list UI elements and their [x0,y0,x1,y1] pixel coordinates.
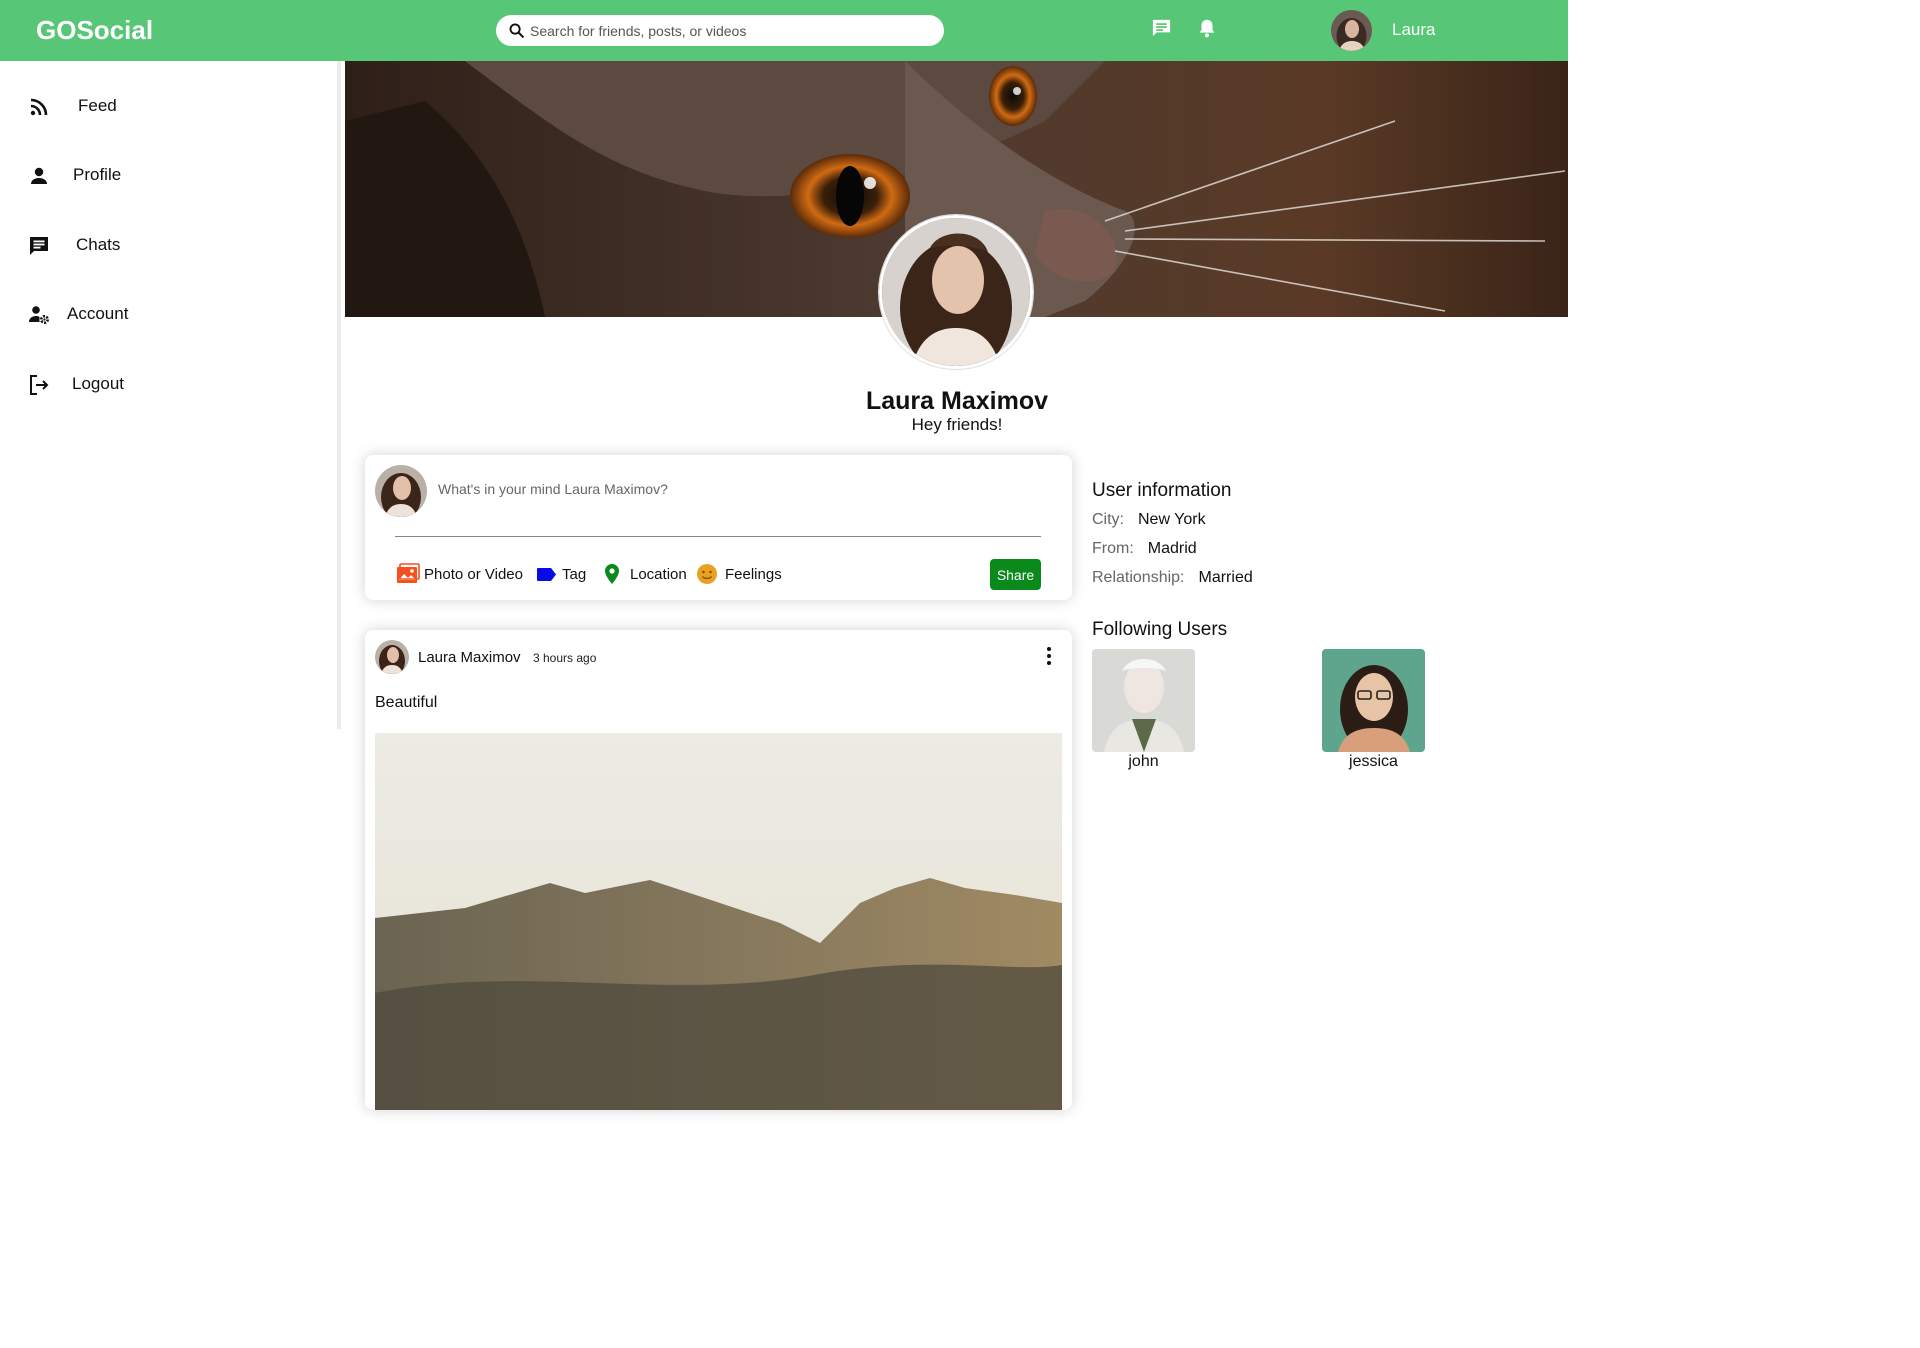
search-bar[interactable] [496,15,944,46]
feelings-option[interactable]: Feelings [696,562,782,586]
photo-video-option[interactable]: Photo or Video [396,562,523,586]
sidebar-item-feed[interactable]: Feed [0,86,330,126]
option-label: Feelings [725,565,782,583]
sidebar-item-label: Feed [78,96,117,115]
search-input[interactable] [530,22,930,39]
post-timestamp: 3 hours ago [533,651,597,665]
more-vertical-icon[interactable] [1041,646,1057,666]
user-info-title: User information [1092,480,1232,501]
following-user-avatar[interactable] [1092,649,1195,752]
sidebar-item-account[interactable]: Account [0,294,330,334]
logo[interactable]: GOSocial [36,15,153,46]
divider [395,536,1041,537]
share-input[interactable]: What's in your mind Laura Maximov? [438,481,668,497]
chat-icon [30,237,48,255]
info-value: New York [1138,511,1206,528]
sidebar-item-label: Logout [72,374,124,393]
info-value: Married [1198,569,1253,586]
following-title: Following Users [1092,619,1228,640]
tag-option[interactable]: Tag [536,562,586,586]
post-text: Beautiful [375,694,438,711]
info-key: From: [1092,540,1134,557]
user-info-row: Relationship: Married [1092,569,1253,587]
sidebar-item-label: Profile [73,165,122,184]
following-user-name: jessica [1349,753,1398,770]
logout-icon [30,375,49,395]
photo-icon [397,563,420,583]
smiley-icon [697,564,717,584]
post-card: Laura Maximov 3 hours ago Beautiful [365,630,1072,1110]
sidebar-item-logout[interactable]: Logout [0,364,330,404]
chat-icon[interactable] [1150,17,1173,40]
sidebar-item-label: Chats [76,235,121,254]
sidebar-item-chats[interactable]: Chats [0,225,330,265]
search-icon [509,23,524,38]
following-user-avatar[interactable] [1322,649,1425,752]
share-button[interactable]: Share [990,559,1041,590]
bell-icon[interactable] [1196,17,1218,39]
info-key: City: [1092,511,1124,528]
current-username[interactable]: Laura [1392,20,1435,40]
share-card: What's in your mind Laura Maximov? Photo… [365,455,1072,600]
info-key: Relationship: [1092,569,1185,586]
location-pin-icon [605,564,619,584]
user-settings-icon [29,306,50,325]
tag-icon [537,567,556,581]
sidebar-item-profile[interactable]: Profile [0,155,330,195]
option-label: Location [630,565,687,583]
sidebar-item-label: Account [67,304,129,323]
option-label: Tag [562,565,587,583]
avatar [375,465,427,517]
option-label: Photo or Video [424,565,523,583]
location-option[interactable]: Location [602,562,687,586]
info-value: Madrid [1147,540,1197,557]
following-user[interactable]: jessica [1322,649,1425,772]
avatar[interactable] [375,640,409,674]
profile-description: Hey friends! [911,415,1003,434]
following-user[interactable]: john [1092,649,1195,772]
topbar: GOSocial Laura [0,0,1568,61]
profile-name: Laura Maximov [865,387,1048,415]
profile-picture[interactable] [879,215,1033,369]
user-info-row: From: Madrid [1092,540,1197,558]
person-icon [31,167,47,184]
rss-icon [30,98,48,116]
post-username[interactable]: Laura Maximov [418,649,521,666]
avatar[interactable] [1331,10,1372,51]
post-image[interactable] [375,733,1062,1110]
user-info-row: City: New York [1092,511,1206,529]
sidebar: Feed Profile Chats Account Logout [0,61,341,729]
following-user-name: john [1128,753,1159,770]
